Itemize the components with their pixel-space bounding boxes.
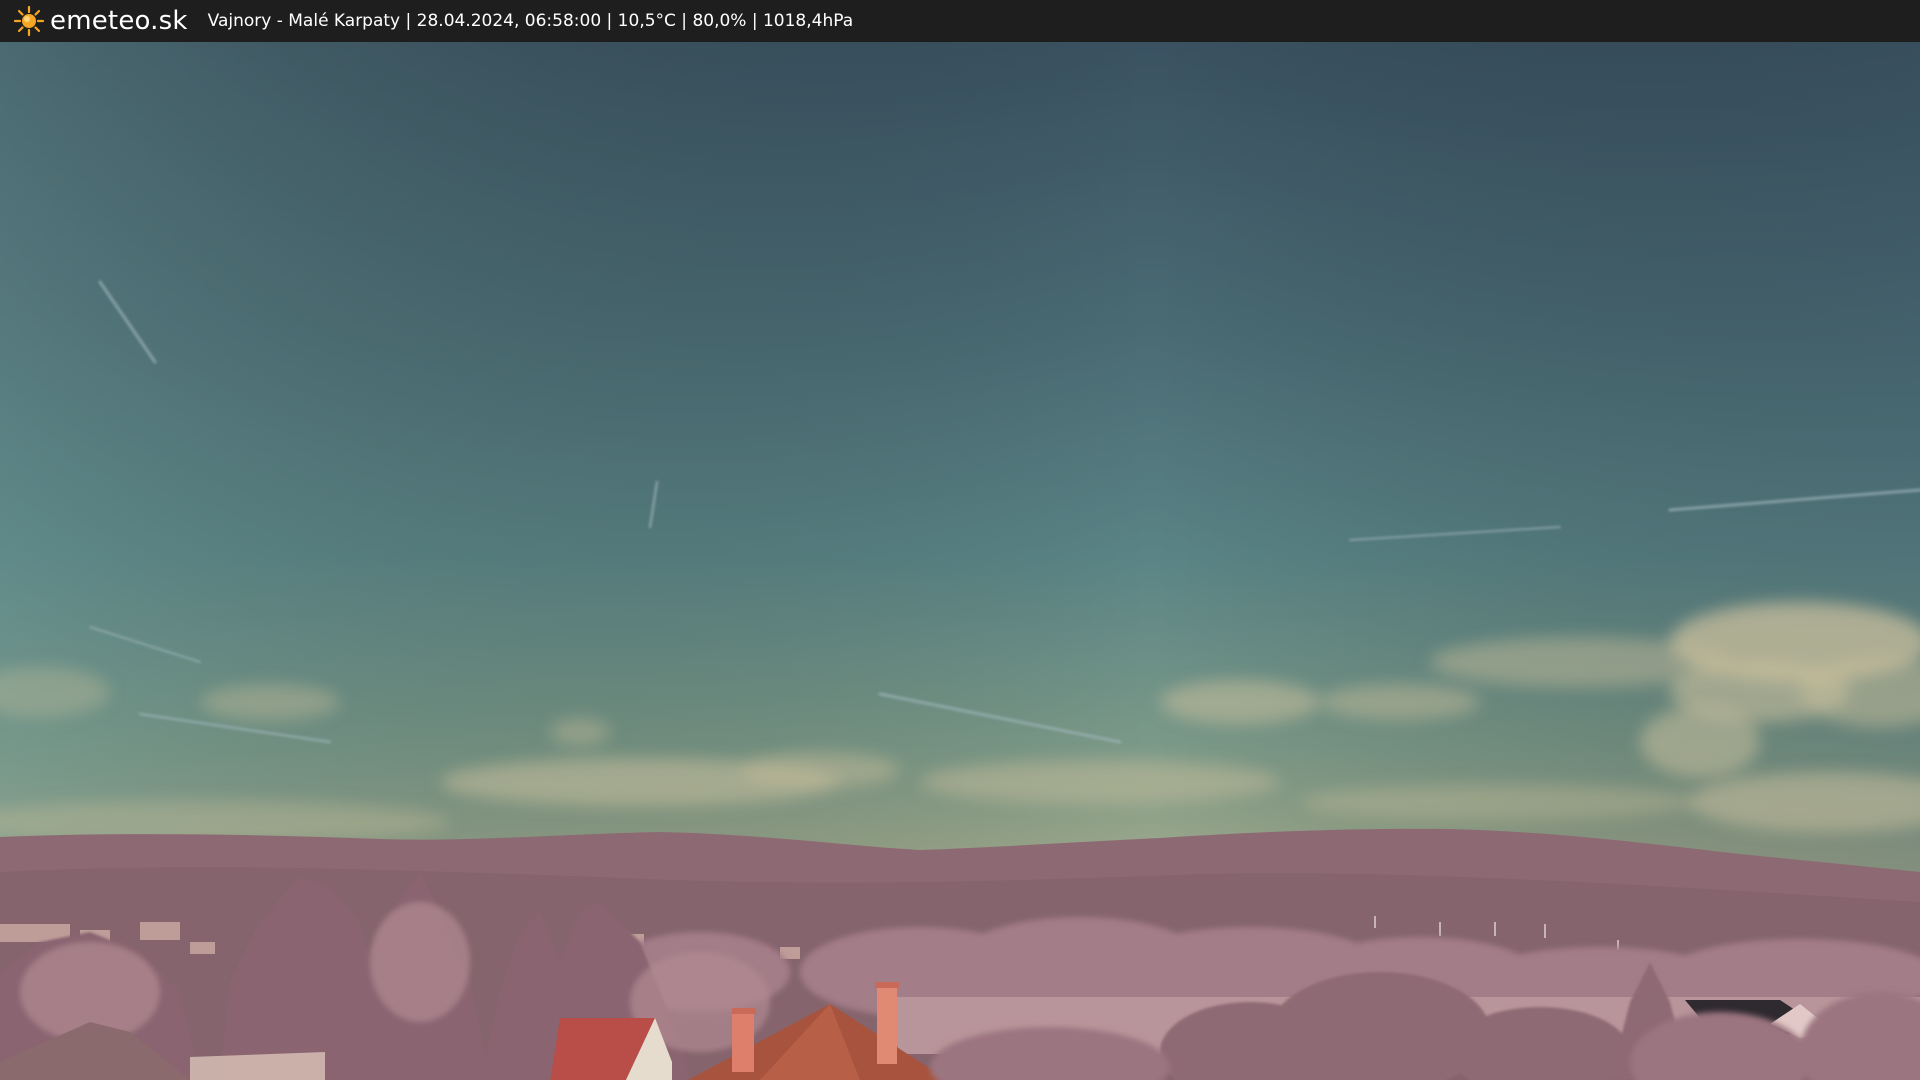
chimney-right: [877, 986, 897, 1064]
house-small: [550, 1018, 672, 1080]
caption-bar: emeteo.sk Vajnory - Malé Karpaty | 28.04…: [0, 0, 1920, 42]
chimney-left: [732, 1012, 754, 1072]
site-name: emeteo.sk: [50, 6, 188, 36]
emeteo-logo[interactable]: emeteo.sk: [13, 0, 188, 42]
sun-icon: [13, 5, 45, 37]
webcam-frame: emeteo.sk Vajnory - Malé Karpaty | 28.04…: [0, 0, 1920, 1080]
weather-caption: Vajnory - Malé Karpaty | 28.04.2024, 06:…: [207, 11, 854, 31]
webcam-image: [0, 42, 1920, 1080]
